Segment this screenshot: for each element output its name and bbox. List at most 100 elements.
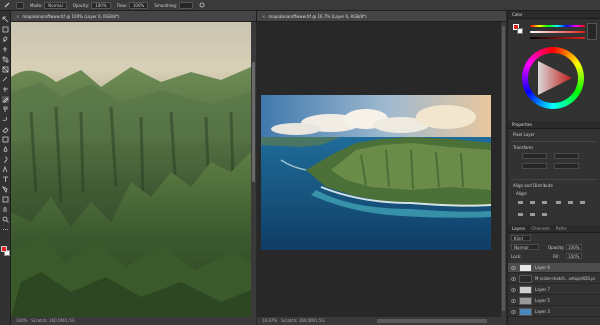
- scrollbar-vertical-right[interactable]: [501, 22, 506, 317]
- more-icon[interactable]: [2, 226, 9, 233]
- layer-row[interactable]: Layer 7: [508, 285, 600, 295]
- history-brush-icon[interactable]: [2, 116, 9, 123]
- flow-label: Flow:: [116, 2, 127, 8]
- scrollbar-horizontal[interactable]: [377, 319, 487, 323]
- coastline-photo: [261, 95, 491, 250]
- crop-icon[interactable]: [2, 56, 9, 63]
- layer-name: Layer 6: [535, 265, 550, 270]
- eye-icon[interactable]: [510, 265, 517, 270]
- tab-layers[interactable]: Layers: [512, 225, 525, 232]
- gradient-icon[interactable]: [2, 136, 9, 143]
- fill-label: Fill:: [553, 254, 560, 259]
- scratch-size: Scratch: 160.5M/1.5G: [31, 318, 75, 323]
- layer-name: M (color-match...setup)ADS.psd: [535, 276, 595, 281]
- tab-paths[interactable]: Paths: [556, 225, 567, 232]
- layer-row[interactable]: Layer 5: [508, 296, 600, 306]
- layer-name: Layer 3: [535, 309, 550, 314]
- hue-slider[interactable]: [530, 25, 585, 27]
- path-select-icon[interactable]: [2, 186, 9, 193]
- move-icon[interactable]: [2, 16, 9, 23]
- pixel-layer-label: Pixel Layer: [513, 132, 535, 137]
- brush-tool-icon[interactable]: [4, 2, 10, 8]
- layer-thumbnail: [519, 274, 532, 283]
- align-label: Align:: [516, 191, 528, 196]
- pen-icon[interactable]: [2, 166, 9, 173]
- canvas-left[interactable]: [11, 22, 251, 317]
- document-tab-left[interactable]: × mapakanaroffwww.tif @ 100% (Layer 6, RG…: [11, 11, 256, 22]
- hand-icon[interactable]: [2, 206, 9, 213]
- tab-color[interactable]: Color: [512, 11, 522, 18]
- document-tab-title: mapakanaroffwww.tif @ 100% (Layer 6, RGB…: [22, 14, 120, 19]
- smoothing-input[interactable]: [179, 1, 194, 9]
- zoom-level[interactable]: 16.67%: [262, 318, 277, 323]
- frame-icon[interactable]: [2, 66, 9, 73]
- mode-label: Mode:: [30, 2, 43, 8]
- brush-preset-picker[interactable]: [16, 1, 24, 9]
- eraser-icon[interactable]: [2, 126, 9, 133]
- eye-icon[interactable]: [510, 309, 517, 314]
- saturation-slider[interactable]: [530, 31, 585, 33]
- background-swatch[interactable]: [517, 28, 523, 34]
- options-bar: Mode: Normal Opacity: 100% Flow: 100% Smoot…: [0, 0, 600, 11]
- opacity-label: Opacity:: [72, 2, 90, 8]
- document-tab-right[interactable]: × mapakanaroffwww.tif @ 16.7% (Layer 6, R…: [256, 11, 506, 22]
- layer-row[interactable]: Layer 6: [508, 263, 600, 273]
- type-icon[interactable]: [2, 176, 9, 183]
- zoom-level[interactable]: 100%: [16, 318, 27, 323]
- toolbar-foreground-swatch[interactable]: [1, 246, 7, 252]
- layer-thumbnail: [519, 285, 532, 294]
- layer-opacity-input[interactable]: 100%: [566, 244, 582, 250]
- eyedropper-icon[interactable]: [2, 76, 9, 83]
- properties-panel-header: Properties: [508, 121, 600, 129]
- shape-icon[interactable]: [2, 196, 9, 203]
- tab-channels[interactable]: Channels: [531, 225, 550, 232]
- color-panel-header: Color: [508, 11, 600, 19]
- brightness-slider[interactable]: [530, 37, 585, 39]
- lock-label: Lock:: [511, 254, 522, 259]
- brush-icon[interactable]: [2, 96, 9, 103]
- close-icon[interactable]: ×: [16, 14, 19, 19]
- layer-thumbnail: [519, 307, 532, 316]
- zoom-icon[interactable]: [2, 216, 9, 223]
- blend-mode-select[interactable]: Normal: [511, 244, 539, 250]
- marquee-icon[interactable]: [2, 26, 9, 33]
- canvas-right[interactable]: [261, 95, 491, 250]
- cliffs-photo: [11, 22, 251, 317]
- filter-kind-select[interactable]: Kind: [511, 235, 531, 241]
- transform-section[interactable]: Transform: [513, 145, 533, 150]
- eye-icon[interactable]: [510, 298, 517, 303]
- eye-icon[interactable]: [510, 276, 517, 281]
- lasso-icon[interactable]: [2, 36, 9, 43]
- layer-thumbnail: [519, 296, 532, 305]
- tools-panel: [0, 11, 11, 325]
- color-wheel[interactable]: [522, 47, 584, 109]
- scrollbar-vertical-left[interactable]: [251, 22, 256, 317]
- eye-icon[interactable]: [510, 287, 517, 292]
- blur-icon[interactable]: [2, 146, 9, 153]
- close-icon[interactable]: ×: [262, 14, 265, 19]
- status-bar-left: 100% Scratch: 160.5M/1.5G: [11, 317, 256, 325]
- layer-row[interactable]: M (color-match...setup)ADS.psd: [508, 274, 600, 284]
- transform-fields[interactable]: [522, 153, 582, 173]
- layer-thumbnail: [519, 263, 532, 272]
- align-buttons[interactable]: [516, 199, 586, 221]
- smoothing-label: Smoothing:: [154, 2, 178, 8]
- flow-input[interactable]: 100%: [128, 1, 149, 9]
- fill-input[interactable]: 100%: [566, 253, 582, 259]
- healing-icon[interactable]: [2, 86, 9, 93]
- layers-list: Layer 6 M (color-match...setup)ADS.psd Lay…: [508, 263, 600, 323]
- opacity-input[interactable]: 100%: [91, 1, 111, 9]
- color-value-fields[interactable]: [587, 23, 597, 40]
- layer-row[interactable]: Layer 3: [508, 307, 600, 317]
- dodge-icon[interactable]: [2, 156, 9, 163]
- quick-select-icon[interactable]: [2, 46, 9, 53]
- clone-stamp-icon[interactable]: [2, 106, 9, 113]
- mode-select[interactable]: Normal: [44, 1, 67, 9]
- layer-opacity-label: Opacity:: [548, 245, 565, 250]
- tab-properties[interactable]: Properties: [512, 121, 532, 128]
- align-distribute-section[interactable]: Align and Distribute: [513, 183, 553, 188]
- layer-name: Layer 7: [535, 287, 550, 292]
- layers-panel-header: Layers Channels Paths: [508, 225, 600, 233]
- settings-gear-icon[interactable]: [199, 2, 205, 8]
- layer-name: Layer 5: [535, 298, 550, 303]
